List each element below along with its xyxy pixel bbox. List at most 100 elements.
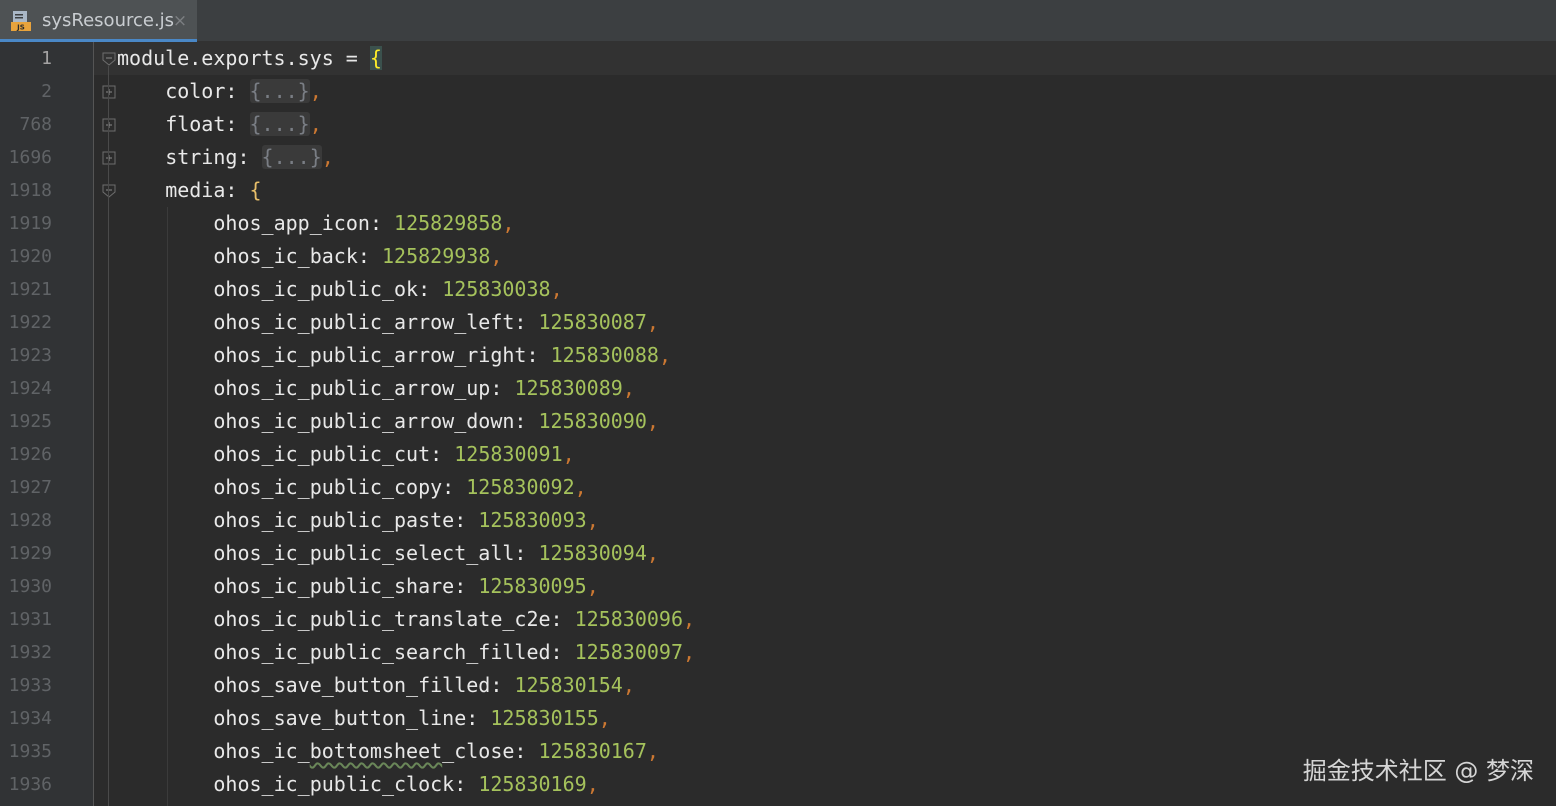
line-number[interactable]: 1920	[0, 240, 52, 273]
code-line[interactable]: ohos_ic_public_arrow_right: 125830088,	[213, 339, 671, 372]
trailing-comma: ,	[586, 508, 599, 532]
line-number[interactable]: 1925	[0, 405, 52, 438]
separator: :	[514, 409, 539, 433]
code-line[interactable]: ohos_ic_public_arrow_down: 125830090,	[213, 405, 659, 438]
code-editor[interactable]: 1 2 768 1696 1918 1919 1920 1921 1922 1923 1924 192…	[0, 42, 1556, 806]
number-literal: 125830087	[538, 310, 647, 334]
folded-region[interactable]: {...}	[249, 79, 310, 103]
line-number[interactable]: 1922	[0, 306, 52, 339]
expand-fold-icon[interactable]	[102, 85, 116, 99]
code-line[interactable]: string: {...},	[165, 141, 334, 174]
expand-fold-icon[interactable]	[102, 118, 116, 132]
collapse-fold-icon[interactable]	[102, 52, 116, 66]
trailing-comma: ,	[646, 541, 659, 565]
code-line[interactable]: float: {...},	[165, 108, 322, 141]
line-number[interactable]: 1936	[0, 768, 52, 801]
code-line[interactable]: ohos_ic_public_paste: 125830093,	[213, 504, 598, 537]
separator: :	[454, 508, 479, 532]
expand-fold-icon[interactable]	[102, 151, 116, 165]
folded-region[interactable]: {...}	[249, 112, 310, 136]
line-number[interactable]: 1929	[0, 537, 52, 570]
spellcheck-underline[interactable]: bottomsheet	[310, 739, 442, 763]
code-line[interactable]: ohos_ic_public_translate_c2e: 125830096,	[213, 603, 695, 636]
code-line[interactable]: ohos_ic_back: 125829938,	[213, 240, 502, 273]
code-line[interactable]: ohos_ic_bottomsheet_close: 125830167,	[213, 735, 659, 768]
trailing-comma: ,	[309, 79, 322, 103]
trailing-comma: ,	[683, 640, 696, 664]
number-literal: 125830090	[538, 409, 647, 433]
code-line[interactable]: ohos_ic_public_select_all: 125830094,	[213, 537, 659, 570]
separator: =	[333, 46, 370, 70]
code-line[interactable]: ohos_save_button_line: 125830155,	[213, 702, 610, 735]
number-literal: 125830088	[550, 343, 659, 367]
line-number[interactable]: 768	[0, 108, 52, 141]
trailing-comma: ,	[309, 112, 322, 136]
property-key: ohos_ic_public_clock	[213, 772, 455, 796]
line-number[interactable]: 1923	[0, 339, 52, 372]
line-number[interactable]: 1930	[0, 570, 52, 603]
line-number[interactable]: 1927	[0, 471, 52, 504]
separator: :	[225, 112, 250, 136]
separator: :	[490, 673, 515, 697]
property-key: ohos_save_button_filled	[213, 673, 491, 697]
property-key: ohos_ic_public_arrow_left	[213, 310, 515, 334]
trailing-comma: ,	[646, 739, 659, 763]
number-literal: 125829858	[394, 211, 503, 235]
property-key: module.exports.sys	[117, 46, 334, 70]
code-line[interactable]: ohos_ic_public_cut: 125830091,	[213, 438, 574, 471]
property-key: float	[165, 112, 226, 136]
code-line[interactable]: ohos_ic_public_arrow_up: 125830089,	[213, 372, 634, 405]
code-line[interactable]: ohos_ic_public_share: 125830095,	[213, 570, 598, 603]
number-literal: 125830094	[538, 541, 647, 565]
property-key: ohos_ic_public_arrow_right	[213, 343, 527, 367]
trailing-comma: ,	[646, 409, 659, 433]
line-number[interactable]: 1934	[0, 702, 52, 735]
separator: :	[225, 79, 250, 103]
property-key: ohos_ic_back	[213, 244, 358, 268]
line-number[interactable]: 1926	[0, 438, 52, 471]
code-line[interactable]: ohos_ic_public_clock: 125830169,	[213, 768, 598, 801]
code-line[interactable]: ohos_ic_public_arrow_left: 125830087,	[213, 306, 659, 339]
code-line[interactable]: ohos_save_button_filled: 125830154,	[213, 669, 634, 702]
line-number-gutter[interactable]: 1 2 768 1696 1918 1919 1920 1921 1922 1923 1924 192…	[0, 42, 94, 806]
trailing-comma: ,	[658, 343, 671, 367]
close-tab-icon[interactable]: ×	[172, 11, 188, 31]
number-literal: 125830095	[478, 574, 587, 598]
line-number[interactable]: 1	[0, 42, 52, 75]
line-number[interactable]: 1931	[0, 603, 52, 636]
number-literal: 125830093	[478, 508, 587, 532]
number-literal: 125830089	[514, 376, 623, 400]
code-line[interactable]: ohos_ic_public_ok: 125830038,	[213, 273, 562, 306]
property-key: ohos_ic_public_paste	[213, 508, 455, 532]
code-line[interactable]: ohos_ic_public_search_filled: 125830097,	[213, 636, 695, 669]
line-number[interactable]: 1919	[0, 207, 52, 240]
collapse-fold-icon[interactable]	[102, 184, 116, 198]
property-key: ohos_ic_public_arrow_up	[213, 376, 491, 400]
line-number[interactable]: 1696	[0, 141, 52, 174]
separator: :	[225, 178, 250, 202]
number-literal: 125829938	[381, 244, 491, 268]
separator: :	[550, 640, 575, 664]
line-number[interactable]: 1924	[0, 372, 52, 405]
code-line[interactable]: module.exports.sys = {	[117, 42, 382, 75]
javascript-file-icon: JS	[11, 11, 31, 32]
code-line[interactable]: ohos_app_icon: 125829858,	[213, 207, 514, 240]
line-number[interactable]: 1918	[0, 174, 52, 207]
line-number[interactable]: 1921	[0, 273, 52, 306]
separator: :	[490, 376, 515, 400]
line-number[interactable]: 1935	[0, 735, 52, 768]
tab-sysresource-js[interactable]: JS sysResource.js ×	[0, 0, 197, 42]
line-number[interactable]: 1932	[0, 636, 52, 669]
code-line[interactable]: media: {	[165, 174, 261, 207]
code-line[interactable]: color: {...},	[165, 75, 322, 108]
line-number[interactable]: 1933	[0, 669, 52, 702]
property-key: ohos_ic_bottomsheet_close	[213, 739, 515, 763]
line-number[interactable]: 1928	[0, 504, 52, 537]
fold-connector	[108, 198, 109, 806]
trailing-comma: ,	[321, 145, 334, 169]
tab-title: sysResource.js	[42, 10, 175, 31]
code-line[interactable]: ohos_ic_public_copy: 125830092,	[213, 471, 586, 504]
separator: :	[550, 607, 575, 631]
folded-region[interactable]: {...}	[261, 145, 322, 169]
line-number[interactable]: 2	[0, 75, 52, 108]
